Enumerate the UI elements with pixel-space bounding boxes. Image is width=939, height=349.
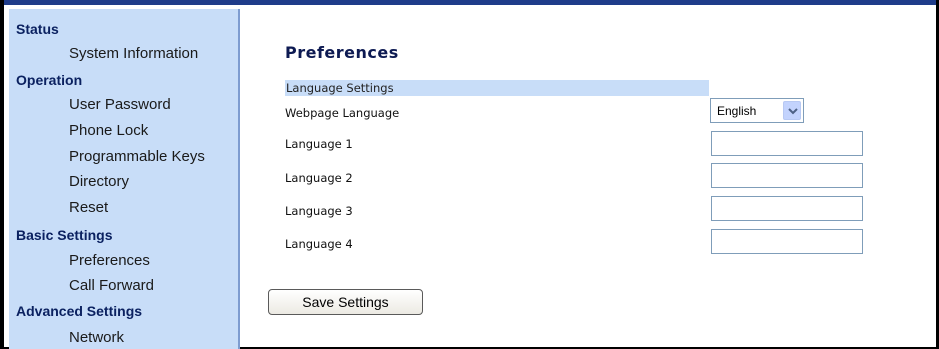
label-language-4: Language 4	[285, 237, 353, 251]
sidebar-item-network[interactable]: Network	[69, 329, 124, 346]
sidebar-group-status[interactable]: Status	[16, 21, 59, 37]
sidebar-item-call-forward[interactable]: Call Forward	[69, 277, 154, 294]
language-1-input[interactable]	[711, 131, 863, 156]
language-2-input[interactable]	[711, 163, 863, 188]
sidebar-group-operation[interactable]: Operation	[16, 72, 82, 88]
sidebar-item-phone-lock[interactable]: Phone Lock	[69, 122, 148, 139]
sidebar-item-reset[interactable]: Reset	[69, 199, 108, 216]
chevron-down-icon	[788, 108, 798, 115]
sidebar-nav: Status System Information Operation User…	[9, 9, 240, 349]
sidebar-item-programmable-keys[interactable]: Programmable Keys	[69, 148, 205, 165]
sidebar-item-user-password[interactable]: User Password	[69, 96, 171, 113]
save-settings-button[interactable]: Save Settings	[268, 289, 423, 315]
label-webpage-language: Webpage Language	[285, 106, 400, 120]
label-language-2: Language 2	[285, 171, 353, 185]
sidebar-group-basic-settings[interactable]: Basic Settings	[16, 227, 112, 243]
dropdown-button[interactable]	[783, 101, 801, 120]
page-title: Preferences	[285, 43, 399, 62]
section-header-language-settings: Language Settings	[285, 80, 709, 96]
sidebar-group-advanced-settings[interactable]: Advanced Settings	[16, 303, 142, 319]
webpage-language-select[interactable]: English	[710, 98, 804, 123]
webpage-language-value: English	[717, 104, 757, 118]
label-language-1: Language 1	[285, 137, 353, 151]
sidebar-item-preferences[interactable]: Preferences	[69, 252, 150, 269]
language-4-input[interactable]	[711, 229, 863, 254]
sidebar-item-directory[interactable]: Directory	[69, 173, 129, 190]
sidebar-item-system-information[interactable]: System Information	[69, 45, 198, 62]
label-language-3: Language 3	[285, 204, 353, 218]
language-3-input[interactable]	[711, 196, 863, 221]
main-content: Preferences Language Settings Webpage La…	[240, 5, 939, 349]
